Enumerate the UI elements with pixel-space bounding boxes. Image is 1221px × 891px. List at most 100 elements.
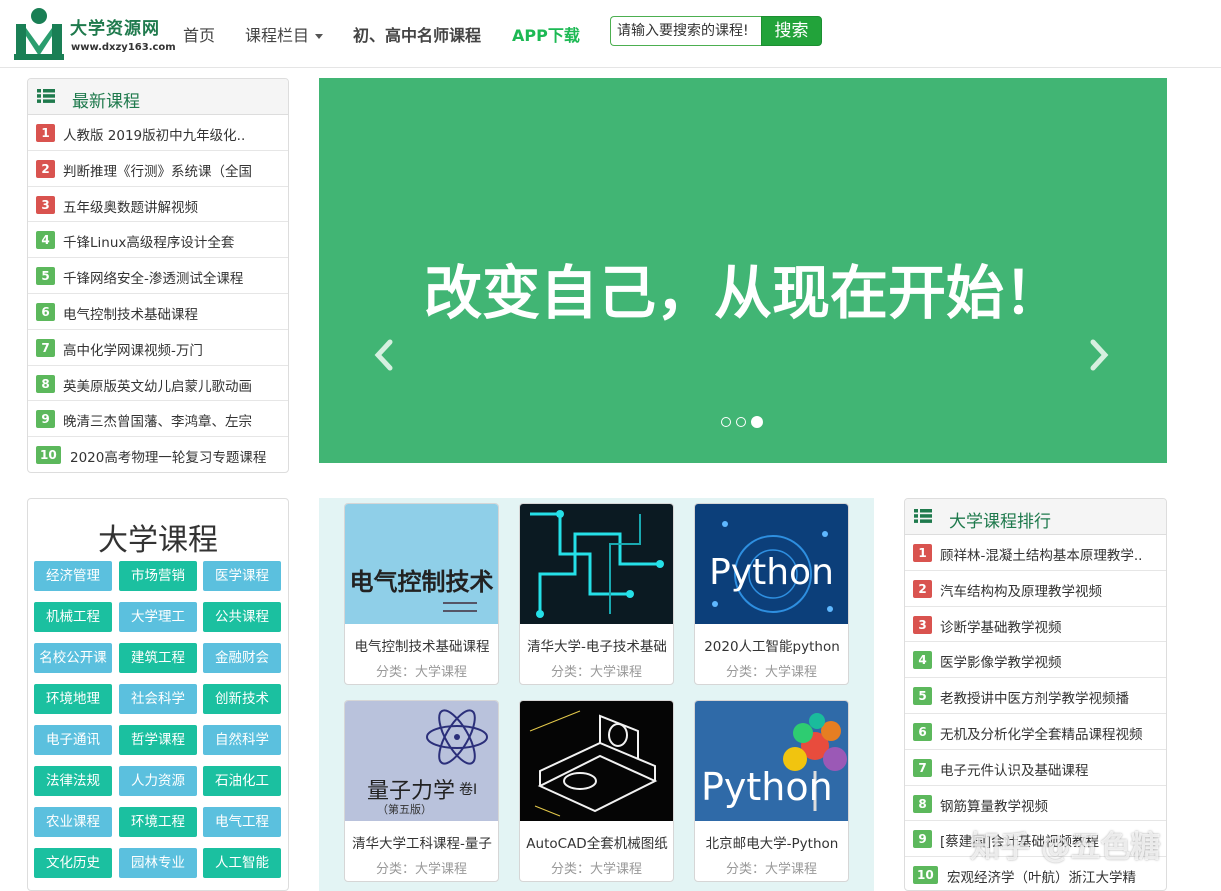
category-tag[interactable]: 电子通讯: [34, 725, 112, 755]
list-item[interactable]: 9 晚清三杰曾国藩、李鸿章、左宗: [28, 401, 288, 438]
chevron-right-icon[interactable]: [1087, 338, 1111, 372]
latest-courses-title: 最新课程: [72, 92, 140, 112]
list-item[interactable]: 7 高中化学网课视频-万门: [28, 330, 288, 366]
rank-badge: 6: [913, 722, 932, 741]
list-item-label: 钢筋算量教学视频: [940, 798, 1048, 815]
list-item-label: 五年级奥数题讲解视频: [63, 199, 198, 216]
course-thumbnail: Python: [695, 504, 848, 624]
carousel-dot-3[interactable]: [751, 416, 763, 428]
category-tag[interactable]: 文化历史: [34, 848, 112, 878]
list-item[interactable]: 8 英美原版英文幼儿启蒙儿歌动画: [28, 366, 288, 402]
list-item[interactable]: 8 钢筋算量教学视频: [905, 786, 1166, 822]
list-item[interactable]: 5 老教授讲中医方剂学教学视频播: [905, 678, 1166, 714]
category-tag[interactable]: 医学课程: [203, 561, 281, 591]
course-card[interactable]: 清华大学-电子技术基础 分类：大学课程: [519, 503, 674, 685]
list-item-label: 千锋网络安全-渗透测试全课程: [63, 271, 244, 288]
carousel-dot-1[interactable]: [721, 417, 731, 427]
category-tag[interactable]: 大学理工: [119, 602, 197, 632]
category-tag[interactable]: 人力资源: [119, 766, 197, 796]
category-tag[interactable]: 市场营销: [119, 561, 197, 591]
list-item-label: 判断推理《行测》系统课（全国: [63, 163, 252, 180]
cad-drawing-icon: [529, 710, 658, 817]
category-tag[interactable]: 自然科学: [203, 725, 281, 755]
list-icon: [914, 509, 932, 523]
list-item[interactable]: 2 汽车结构构及原理教学视频: [905, 571, 1166, 607]
categories-title: 大学课程: [98, 523, 218, 558]
list-item[interactable]: 10 2020高考物理一轮复习专题课程: [28, 437, 288, 472]
course-title: 清华大学-电子技术基础: [527, 639, 667, 655]
list-item[interactable]: 6 电气控制技术基础课程: [28, 294, 288, 330]
category-tag[interactable]: 社会科学: [119, 684, 197, 714]
rank-badge: 9: [36, 410, 55, 429]
list-item-label: 晚清三杰曾国藩、李鸿章、左宗: [63, 414, 252, 431]
list-item-label: 汽车结构构及原理教学视频: [940, 583, 1102, 600]
nav-home[interactable]: 首页: [183, 22, 215, 46]
category-tag[interactable]: 园林专业: [119, 848, 197, 878]
chevron-left-icon[interactable]: [372, 338, 396, 372]
list-item[interactable]: 3 五年级奥数题讲解视频: [28, 187, 288, 223]
category-tag[interactable]: 哲学课程: [119, 725, 197, 755]
list-item[interactable]: 1 顾祥林-混凝土结构基本原理教学..: [905, 535, 1166, 571]
list-item-label: 医学影像学教学视频: [940, 655, 1062, 672]
course-card[interactable]: Python 2020人工智能python 分类：大学课程: [694, 503, 849, 685]
category-tag[interactable]: 环境工程: [119, 807, 197, 837]
logo-title: 大学资源网: [70, 19, 160, 39]
list-item-label: 高中化学网课视频-万门: [63, 342, 203, 359]
category-tag[interactable]: 公共课程: [203, 602, 281, 632]
category-tag[interactable]: 金融财会: [203, 643, 281, 673]
list-item[interactable]: 3 诊断学基础教学视频: [905, 607, 1166, 643]
category-tag[interactable]: 石油化工: [203, 766, 281, 796]
site-logo[interactable]: 大学资源网 www.dxzy163.com: [14, 6, 176, 62]
course-category: 分类：大学课程: [375, 665, 467, 680]
search-button[interactable]: 搜索: [761, 16, 822, 46]
course-card[interactable]: Python 北京邮电大学-Python 分类：大学课程: [694, 700, 849, 882]
category-tag[interactable]: 法律法规: [34, 766, 112, 796]
course-card[interactable]: 量子力学 卷I （第五版） 清华大学工科课程-量子 分类：大学课程: [344, 700, 499, 882]
list-item-label: 英美原版英文幼儿启蒙儿歌动画: [63, 378, 252, 395]
category-tag[interactable]: 电气工程: [203, 807, 281, 837]
course-card[interactable]: 电气控制技术 电气控制技术基础课程 分类：大学课程: [344, 503, 499, 685]
circuit-board-icon: [530, 510, 664, 618]
list-item-label: 2020高考物理一轮复习专题课程: [70, 450, 267, 467]
carousel-dot-2[interactable]: [736, 417, 746, 427]
zhihu-watermark: 知乎 @五色糖: [970, 830, 1161, 865]
rank-badge: 9: [913, 830, 932, 849]
nav-app-download[interactable]: APP下载: [512, 22, 580, 46]
rank-badge: 1: [913, 544, 932, 562]
list-item-label: 老教授讲中医方剂学教学视频播: [940, 691, 1129, 708]
nav-teachers[interactable]: 初、高中名师课程: [353, 22, 481, 46]
search-form: 搜索: [610, 16, 822, 46]
category-tag[interactable]: 名校公开课: [34, 643, 112, 673]
rank-badge: 2: [913, 579, 932, 598]
category-tag[interactable]: 经济管理: [34, 561, 112, 591]
course-title: 2020人工智能python: [704, 639, 840, 655]
list-item[interactable]: 6 无机及分析化学全套精品课程视频: [905, 714, 1166, 750]
course-thumbnail: 电气控制技术: [345, 504, 498, 624]
list-item[interactable]: 2 判断推理《行测》系统课（全国: [28, 151, 288, 187]
category-tag[interactable]: 环境地理: [34, 684, 112, 714]
category-tag[interactable]: 建筑工程: [119, 643, 197, 673]
latest-courses-panel: 最新课程 1 人教版 2019版初中九年级化.. 2 判断推理《行测》系统课（全国 3 五…: [27, 78, 289, 473]
search-input[interactable]: [610, 16, 762, 46]
rank-badge: 3: [913, 615, 932, 634]
category-tag[interactable]: 机械工程: [34, 602, 112, 632]
category-tag[interactable]: 人工智能: [203, 848, 281, 878]
list-item[interactable]: 7 电子元件认识及基础课程: [905, 750, 1166, 786]
rank-badge: 7: [913, 758, 932, 777]
nav-columns-dropdown[interactable]: 课程栏目: [245, 22, 324, 46]
list-item[interactable]: 4 医学影像学教学视频: [905, 642, 1166, 679]
list-item[interactable]: 1 人教版 2019版初中九年级化..: [28, 115, 288, 151]
list-item-label: 电气控制技术基础课程: [63, 306, 198, 323]
course-card[interactable]: AutoCAD全套机械图纸 分类：大学课程: [519, 700, 674, 882]
category-tag[interactable]: 农业课程: [34, 807, 112, 837]
course-category: 分类：大学课程: [550, 665, 642, 680]
hero-banner[interactable]: 改变自己，从现在开始！: [319, 78, 1167, 463]
category-tag[interactable]: 创新技术: [203, 684, 281, 714]
thumb-title: 电气控制技术: [349, 568, 494, 596]
list-item[interactable]: 5 千锋网络安全-渗透测试全课程: [28, 258, 288, 294]
course-title: 电气控制技术基础课程: [354, 639, 490, 655]
list-item[interactable]: 4 千锋Linux高级程序设计全套: [28, 222, 288, 259]
rank-badge: 4: [913, 651, 932, 670]
caret-down-icon: [315, 34, 324, 39]
logo-mark-icon: [14, 8, 64, 60]
